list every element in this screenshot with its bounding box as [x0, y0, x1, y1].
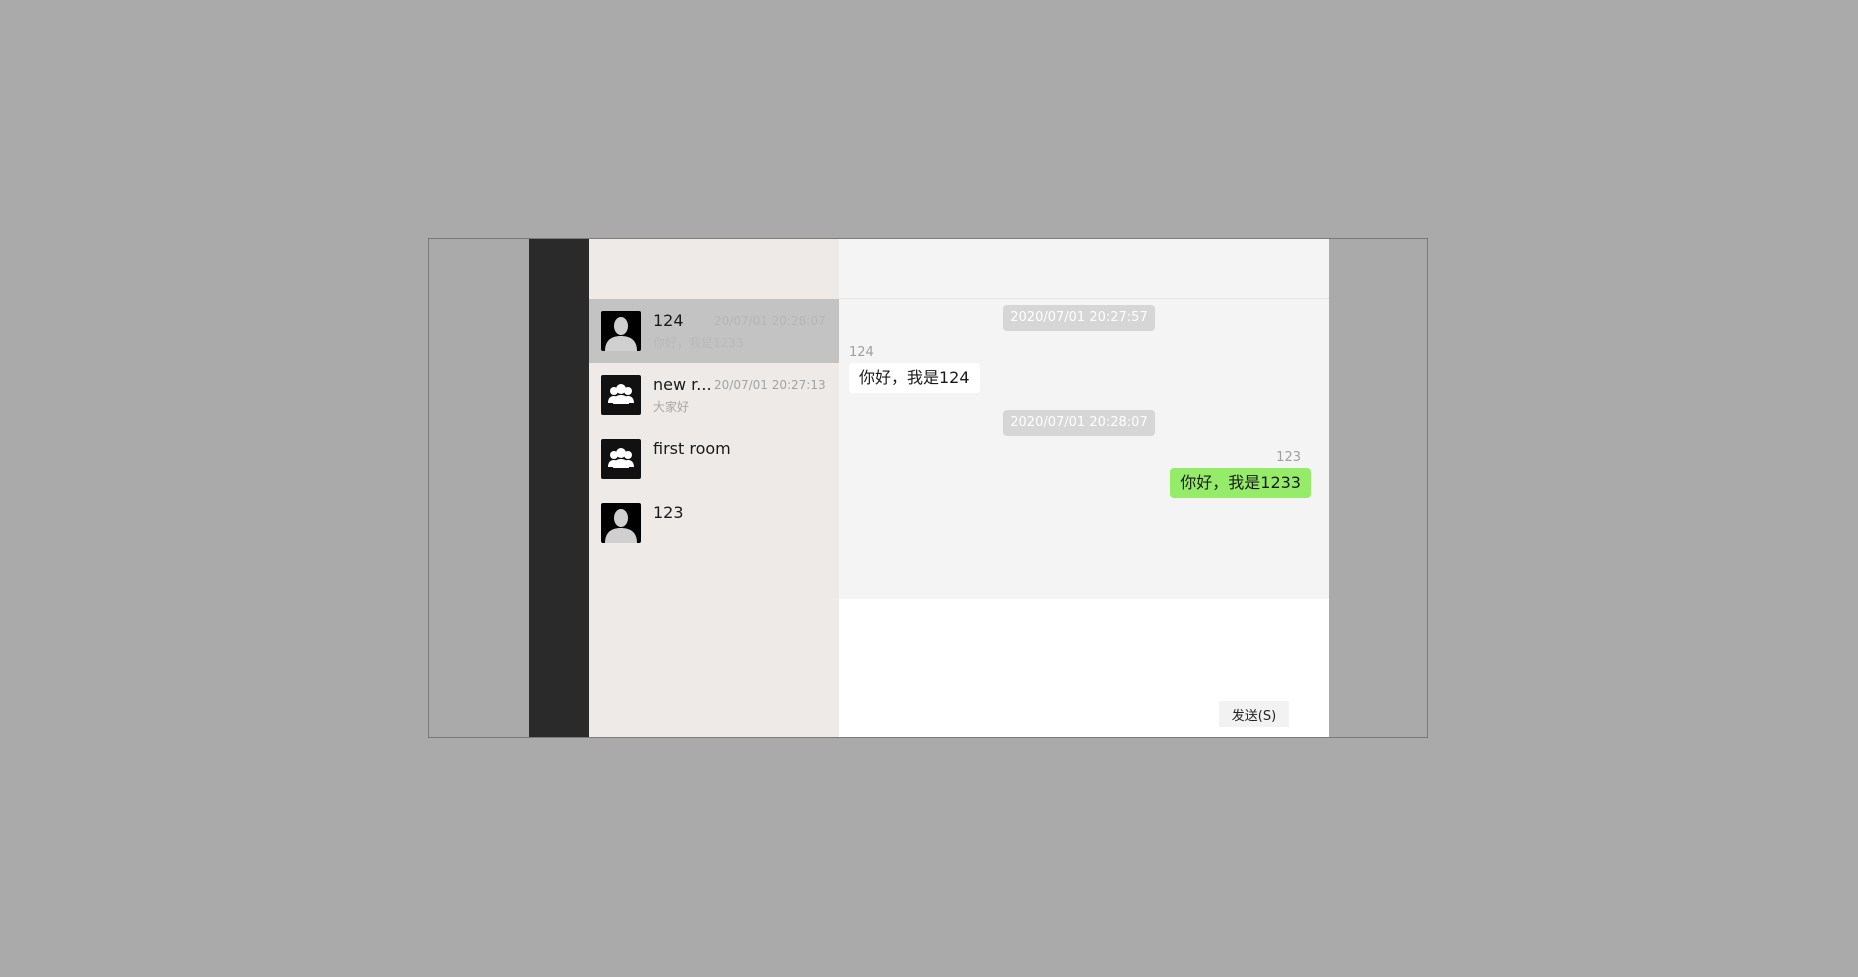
conversation-preview: 你好，我是1233 [653, 336, 744, 350]
message-timestamp: 2020/07/01 20:28:07 [1003, 410, 1155, 436]
nav-sidebar [529, 239, 589, 737]
user-avatar-icon [601, 503, 641, 543]
user-avatar-icon [601, 311, 641, 351]
conversation-time: 20/07/01 20:28:07 [714, 314, 826, 328]
group-avatar-icon [601, 375, 641, 415]
conversation-item-new-room[interactable]: new r... 20/07/01 20:27:13 大家好 [589, 363, 839, 427]
conversation-item-123[interactable]: 123 [589, 491, 839, 555]
conversation-search-area [589, 239, 839, 299]
conversation-item-first-room[interactable]: first room [589, 427, 839, 491]
conversation-name: first room [653, 439, 731, 458]
conversation-name: 123 [653, 503, 684, 522]
message-sender: 123 [1276, 450, 1301, 465]
message-timestamp: 2020/07/01 20:27:57 [1003, 305, 1155, 331]
chat-app: 124 20/07/01 20:28:07 你好，我是1233 new r...… [529, 239, 1329, 737]
message-sender: 124 [849, 345, 874, 360]
message-input-area[interactable]: 发送(S) [839, 599, 1329, 737]
send-button[interactable]: 发送(S) [1219, 701, 1289, 727]
conversation-item-124[interactable]: 124 20/07/01 20:28:07 你好，我是1233 [589, 299, 839, 363]
chat-panel: 2020/07/01 20:27:57 124 你好，我是124 2020/07… [839, 239, 1329, 737]
message-list[interactable]: 2020/07/01 20:27:57 124 你好，我是124 2020/07… [839, 299, 1329, 599]
message-bubble-received: 你好，我是124 [849, 363, 980, 393]
conversation-name: new r... [653, 375, 712, 394]
message-bubble-sent: 你好，我是1233 [1170, 468, 1311, 498]
group-avatar-icon [601, 439, 641, 479]
conversation-preview: 大家好 [653, 400, 690, 414]
conversation-time: 20/07/01 20:27:13 [714, 378, 826, 392]
conversation-panel: 124 20/07/01 20:28:07 你好，我是1233 new r...… [589, 239, 839, 737]
chat-header [839, 239, 1329, 299]
app-window-frame: 124 20/07/01 20:28:07 你好，我是1233 new r...… [428, 238, 1428, 738]
conversation-name: 124 [653, 311, 684, 330]
